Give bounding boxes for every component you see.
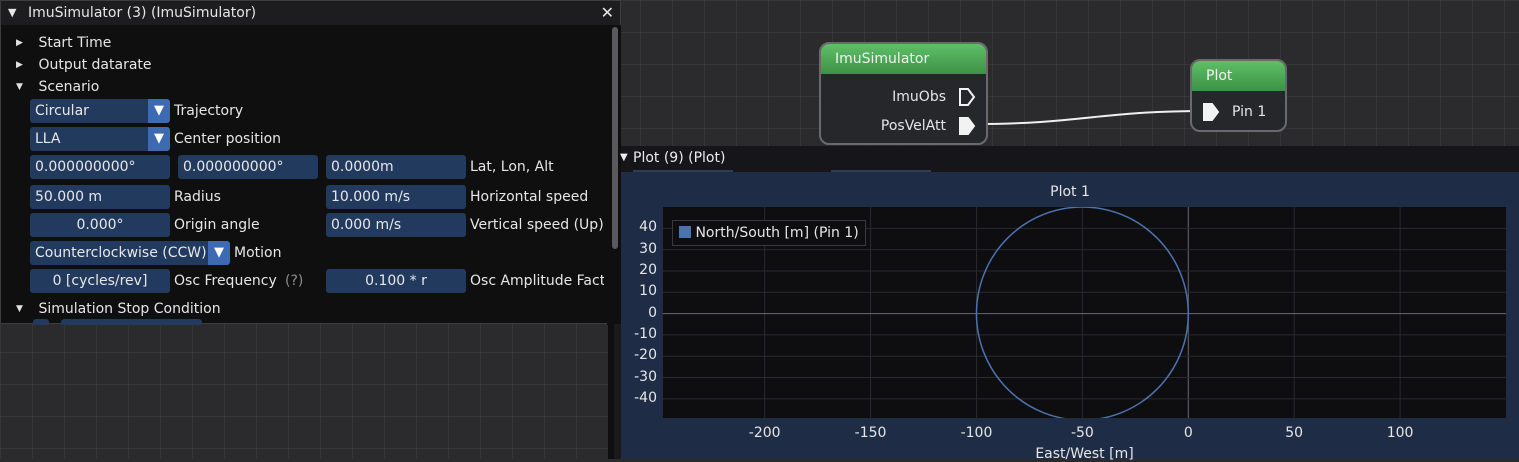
y-tick-label: -30 bbox=[634, 368, 657, 385]
partial-field[interactable] bbox=[61, 319, 202, 325]
panel-divider-edge bbox=[614, 324, 621, 459]
osc-frequency-input[interactable]: 0 [cycles/rev] bbox=[30, 269, 170, 293]
section-start-time-label: Start Time bbox=[38, 35, 112, 51]
y-tick-label: -10 bbox=[634, 325, 657, 342]
expand-arrow-icon: ▶ bbox=[16, 38, 23, 48]
pin-posvelatt-label: PosVelAtt bbox=[880, 118, 946, 134]
help-marker[interactable]: (?) bbox=[285, 269, 303, 293]
section-output-datarate[interactable]: ▶ Output datarate bbox=[16, 53, 152, 77]
y-tick-label: 10 bbox=[639, 283, 657, 300]
chart-legend[interactable]: North/South [m] (Pin 1) bbox=[672, 220, 866, 246]
partial-checkbox[interactable] bbox=[33, 319, 49, 325]
collapse-arrow-icon: ▼ bbox=[16, 82, 23, 92]
dropdown-arrow-icon[interactable]: ▼ bbox=[148, 99, 170, 123]
section-stop-condition[interactable]: ▼ Simulation Stop Condition bbox=[16, 297, 221, 321]
trajectory-label: Trajectory bbox=[174, 103, 244, 119]
plot-window-title: Plot (9) (Plot) bbox=[633, 150, 726, 166]
imu-window-title: ImuSimulator (3) (ImuSimulator) bbox=[28, 5, 257, 21]
scrollbar-thumb[interactable] bbox=[612, 27, 618, 249]
x-tick-label: 0 bbox=[1183, 425, 1193, 441]
x-tick-label: -150 bbox=[854, 425, 887, 441]
imu-simulator-window: ▼ ImuSimulator (3) (ImuSimulator) ✕ ▶ St… bbox=[0, 0, 621, 325]
x-tick-label: -100 bbox=[960, 425, 993, 441]
output-pin-imuobs-icon[interactable] bbox=[958, 87, 976, 107]
x-tick-label: -200 bbox=[748, 425, 781, 441]
hidden-widget-strip bbox=[831, 170, 931, 172]
motion-label: Motion bbox=[234, 245, 282, 261]
output-pin-posvelatt-icon[interactable] bbox=[958, 116, 976, 136]
osc-amplitude-label: Osc Amplitude Fact bbox=[470, 273, 604, 289]
trajectory-value: Circular bbox=[35, 103, 89, 119]
plot-window: ▼ Plot (9) (Plot) Plot 1 North/South [m]… bbox=[620, 146, 1519, 462]
center-position-value: LLA bbox=[35, 131, 61, 147]
x-axis-label: East/West [m] bbox=[1035, 446, 1134, 462]
pin-imuobs-label: ImuObs bbox=[892, 89, 946, 105]
horizontal-speed-input[interactable]: 10.000 m/s bbox=[326, 185, 466, 209]
radius-input[interactable]: 50.000 m bbox=[30, 185, 170, 209]
radius-label: Radius bbox=[174, 189, 221, 205]
x-tick-label: -50 bbox=[1070, 425, 1094, 441]
section-scenario[interactable]: ▼ Scenario bbox=[16, 75, 99, 99]
altitude-input[interactable]: 0.0000m bbox=[326, 155, 466, 179]
plot-window-titlebar[interactable]: ▼ Plot (9) (Plot) bbox=[620, 146, 1519, 172]
imu-simulator-node[interactable]: ImuSimulator ImuObs PosVelAtt bbox=[819, 42, 988, 145]
lla-label: Lat, Lon, Alt bbox=[470, 159, 554, 175]
y-tick-label: -20 bbox=[634, 347, 657, 364]
dropdown-arrow-icon[interactable]: ▼ bbox=[148, 127, 170, 151]
collapse-arrow-icon: ▼ bbox=[16, 304, 23, 314]
imu-window-titlebar[interactable]: ▼ ImuSimulator (3) (ImuSimulator) ✕ bbox=[1, 1, 620, 25]
y-tick-label: 0 bbox=[648, 304, 657, 321]
section-scenario-label: Scenario bbox=[38, 79, 100, 95]
section-start-time[interactable]: ▶ Start Time bbox=[16, 31, 111, 55]
motion-combo[interactable]: Counterclockwise (CCW) ▼ bbox=[30, 241, 230, 265]
section-output-datarate-label: Output datarate bbox=[38, 57, 152, 73]
vertical-speed-label: Vertical speed (Up) bbox=[470, 217, 604, 233]
horizontal-speed-label: Horizontal speed bbox=[470, 189, 589, 205]
y-tick-label: 20 bbox=[639, 261, 657, 278]
legend-item-label: North/South [m] (Pin 1) bbox=[695, 225, 859, 241]
osc-frequency-label: Osc Frequency bbox=[174, 273, 277, 289]
hidden-widget-strip bbox=[633, 170, 733, 172]
input-pin-1-icon[interactable] bbox=[1202, 102, 1220, 122]
collapse-icon[interactable]: ▼ bbox=[620, 146, 628, 170]
osc-amplitude-input[interactable]: 0.100 * r bbox=[326, 269, 466, 293]
motion-value: Counterclockwise (CCW) bbox=[35, 245, 207, 261]
x-tick-label: 100 bbox=[1386, 425, 1414, 441]
center-position-combo[interactable]: LLA ▼ bbox=[30, 127, 170, 151]
imu-simulator-node-title: ImuSimulator bbox=[821, 44, 986, 74]
longitude-input[interactable]: 0.000000000° bbox=[178, 155, 318, 179]
x-tick-label: 50 bbox=[1285, 425, 1304, 441]
origin-angle-input[interactable]: 0.000° bbox=[30, 213, 170, 237]
expand-arrow-icon: ▶ bbox=[16, 60, 23, 70]
vertical-speed-input[interactable]: 0.000 m/s bbox=[326, 213, 466, 237]
plot-node[interactable]: Plot Pin 1 bbox=[1190, 59, 1287, 132]
section-stop-condition-label: Simulation Stop Condition bbox=[38, 301, 221, 317]
close-icon[interactable]: ✕ bbox=[601, 1, 614, 25]
y-tick-label: 40 bbox=[639, 219, 657, 236]
plot-area[interactable]: North/South [m] (Pin 1) bbox=[663, 207, 1506, 418]
center-position-label: Center position bbox=[174, 131, 282, 147]
y-tick-label: -40 bbox=[634, 389, 657, 406]
pin-1-label: Pin 1 bbox=[1232, 104, 1267, 120]
legend-swatch bbox=[679, 226, 691, 238]
trajectory-combo[interactable]: Circular ▼ bbox=[30, 99, 170, 123]
plot-node-title: Plot bbox=[1192, 61, 1285, 91]
y-tick-label: 30 bbox=[639, 240, 657, 257]
latitude-input[interactable]: 0.000000000° bbox=[30, 155, 170, 179]
origin-angle-label: Origin angle bbox=[174, 217, 260, 233]
chart-title: Plot 1 bbox=[1050, 184, 1090, 200]
collapse-icon[interactable]: ▼ bbox=[8, 1, 16, 25]
dropdown-arrow-icon[interactable]: ▼ bbox=[208, 241, 230, 265]
